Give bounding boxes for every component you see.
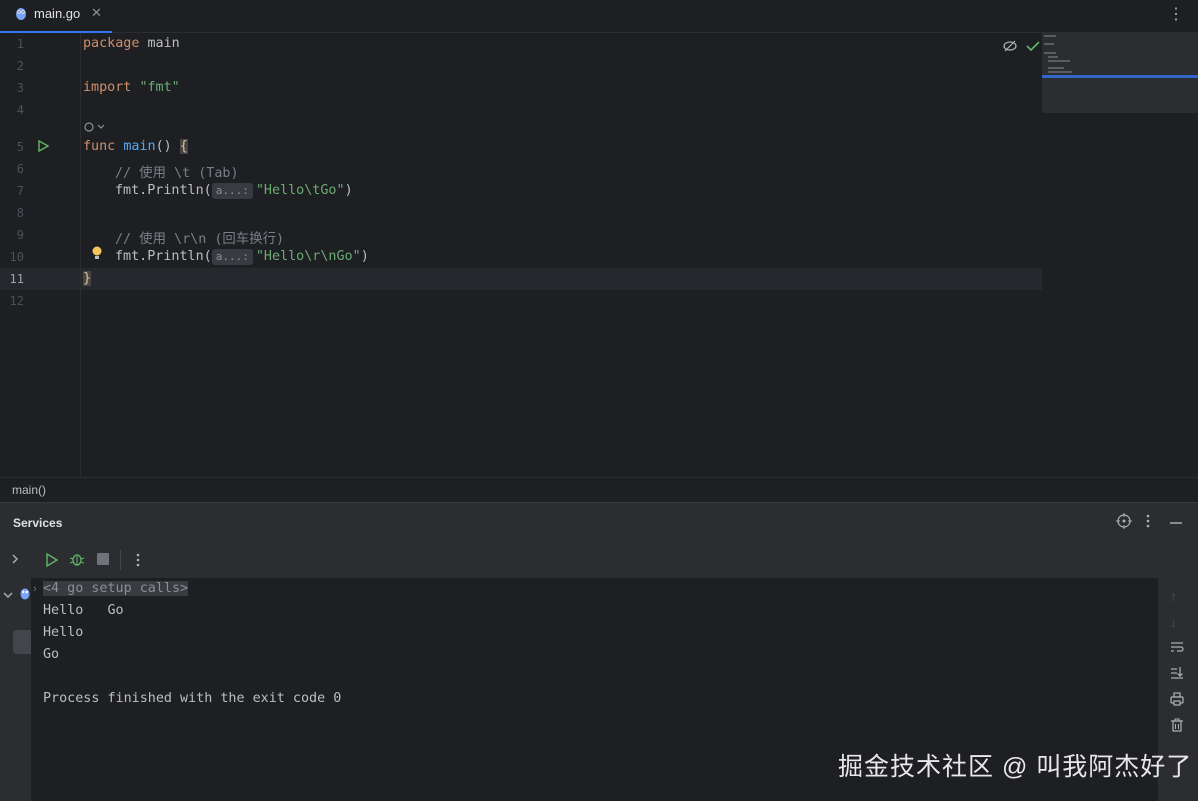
minimap-viewport xyxy=(1042,75,1198,78)
more-vertical-icon[interactable] xyxy=(135,553,141,572)
open-brace: { xyxy=(179,139,188,154)
minimap-line xyxy=(1044,35,1056,37)
line-number: 7 xyxy=(16,184,24,198)
close-icon[interactable]: ✕ xyxy=(91,5,102,21)
minimap-line xyxy=(1048,60,1070,62)
services-toolbar xyxy=(31,542,1198,578)
console-output-line: Hello xyxy=(43,625,84,640)
code-line-11: } xyxy=(83,271,92,286)
run-icon[interactable] xyxy=(45,552,59,573)
code-vision-icon[interactable] xyxy=(83,120,105,138)
package-name: main xyxy=(139,36,180,51)
reader-mode-icon[interactable] xyxy=(1003,39,1017,57)
parens: () xyxy=(155,139,180,154)
line-number: 2 xyxy=(16,59,24,73)
watermark-text: 掘金技术社区 @ 叫我阿杰好了 xyxy=(838,753,1193,781)
line-number: 5 xyxy=(16,140,24,154)
more-vertical-icon[interactable] xyxy=(1145,514,1151,531)
string-literal: "Hello\tGo" xyxy=(255,183,345,198)
line-number: 12 xyxy=(9,294,24,308)
stop-icon[interactable] xyxy=(97,553,109,565)
code-line-6-comment: // 使用 \t (Tab) xyxy=(115,166,239,181)
minimap-line xyxy=(1044,43,1054,45)
more-vertical-icon[interactable]: ⋮ xyxy=(1168,4,1184,24)
console-exit-line: Process finished with the exit code 0 xyxy=(43,691,342,706)
minimap-line xyxy=(1044,52,1056,54)
keyword: func xyxy=(83,139,116,154)
gopher-file-icon xyxy=(13,5,29,26)
console-output-line: Hello Go xyxy=(43,603,124,618)
arrow-up-icon[interactable]: ↑ xyxy=(1170,588,1177,604)
tab-label: main.go xyxy=(34,6,81,21)
breadcrumb-item[interactable]: main() xyxy=(12,483,46,497)
function-name: main xyxy=(123,139,156,154)
minimap-line xyxy=(1048,67,1064,69)
keyword: package xyxy=(83,36,140,51)
print-icon[interactable] xyxy=(1170,692,1184,709)
editor-tab-bar: main.go ✕ ⋮ xyxy=(0,0,1198,33)
code-minimap[interactable] xyxy=(1042,33,1198,113)
line-number: 6 xyxy=(16,162,24,176)
scroll-to-end-icon[interactable] xyxy=(1170,666,1184,683)
code-editor[interactable]: 1 2 3 4 5 6 7 8 9 10 11 12 package main … xyxy=(0,33,1198,477)
close-paren: ) xyxy=(360,249,369,264)
code-line-10: fmt.Println(a...: "Hello\r\nGo") xyxy=(115,249,369,265)
code-line-3: import "fmt" xyxy=(83,80,180,95)
line-number-current: 11 xyxy=(9,272,24,286)
string-literal: "Hello\r\nGo" xyxy=(255,249,361,264)
services-tree-strip xyxy=(0,542,32,801)
services-tool-window-header: Services xyxy=(0,502,1198,543)
line-gutter: 1 2 3 4 5 6 7 8 9 10 11 12 xyxy=(0,33,102,477)
check-icon[interactable] xyxy=(1026,39,1040,57)
code-line-9-comment: // 使用 \r\n (回车换行) xyxy=(115,232,285,247)
expand-chevron-icon[interactable] xyxy=(9,552,21,570)
line-number: 10 xyxy=(9,250,24,264)
trash-icon[interactable] xyxy=(1170,718,1184,735)
keyword: import xyxy=(83,80,132,95)
code-line-5: func main() { xyxy=(83,139,188,154)
line-number: 4 xyxy=(16,103,24,117)
current-line-highlight xyxy=(0,268,1042,290)
minimap-line xyxy=(1048,71,1072,73)
breadcrumb: main() xyxy=(0,477,1198,502)
toolbar-divider xyxy=(120,550,121,570)
minimize-icon[interactable] xyxy=(1169,515,1183,532)
tool-window-title: Services xyxy=(13,516,63,530)
call-expr: fmt.Println( xyxy=(115,183,212,198)
code-line-7: fmt.Println(a...: "Hello\tGo") xyxy=(115,183,353,199)
debug-icon[interactable] xyxy=(69,551,85,572)
line-number: 8 xyxy=(16,206,24,220)
gopher-icon xyxy=(19,586,31,605)
parameter-hint: a...: xyxy=(211,249,253,265)
crosshair-icon[interactable] xyxy=(1116,513,1132,532)
close-brace: } xyxy=(83,271,92,286)
arrow-down-icon[interactable]: ↓ xyxy=(1170,614,1177,630)
string-literal: "fmt" xyxy=(139,80,180,95)
console-output-line: Go xyxy=(43,647,60,662)
soft-wrap-icon[interactable] xyxy=(1170,640,1184,656)
call-expr: fmt.Println( xyxy=(115,249,212,264)
code-line-1: package main xyxy=(83,36,180,51)
run-gutter-icon[interactable] xyxy=(36,139,50,158)
selected-node-indicator[interactable] xyxy=(13,630,31,654)
line-number: 9 xyxy=(16,228,24,242)
tab-main-go[interactable]: main.go ✕ xyxy=(0,0,112,33)
line-number: 3 xyxy=(16,81,24,95)
line-number: 1 xyxy=(16,37,24,51)
collapse-chevron-icon[interactable] xyxy=(2,588,14,606)
fold-chevron-icon[interactable]: › xyxy=(33,583,37,595)
folded-setup-calls[interactable]: <4 go setup calls> xyxy=(43,581,189,596)
minimap-line xyxy=(1048,56,1058,58)
lightbulb-icon[interactable] xyxy=(90,245,104,266)
close-paren: ) xyxy=(344,183,353,198)
parameter-hint: a...: xyxy=(211,183,253,199)
